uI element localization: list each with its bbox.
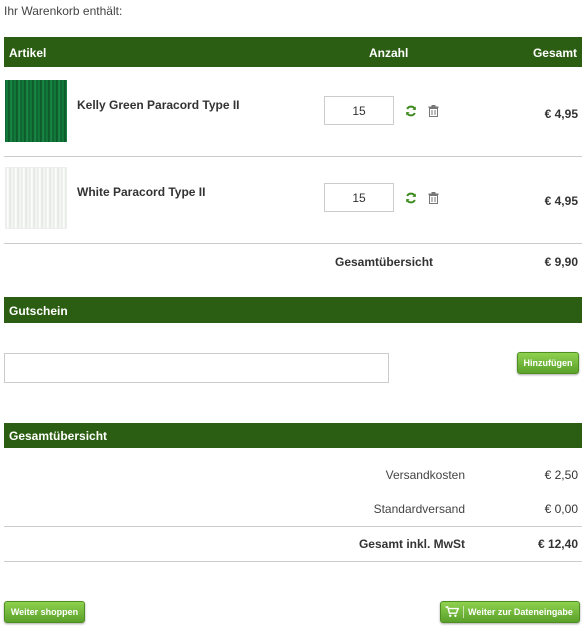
grand-total-label: Gesamt inkl. MwSt [358,537,465,551]
shipping-method-value: € 0,00 [544,502,578,516]
refresh-icon[interactable] [405,192,417,204]
summary-header-label: Gesamtübersicht [9,429,108,443]
add-coupon-button[interactable]: Hinzufügen [517,352,579,374]
quantity-input[interactable] [324,183,394,212]
col-qty-label: Anzahl [369,46,409,60]
subtotal-label: Gesamtübersicht [335,255,434,269]
shipping-cost-label: Versandkosten [385,468,465,482]
checkout-button[interactable]: Weiter zur Dateneingabe [440,601,580,623]
divider [4,156,582,157]
cart-icon [445,606,464,618]
product-thumbnail[interactable] [5,167,67,229]
line-total: € 4,95 [544,107,578,121]
trash-icon[interactable] [428,105,439,117]
product-name[interactable]: Kelly Green Paracord Type II [77,98,240,112]
product-name[interactable]: White Paracord Type II [77,185,205,199]
product-thumbnail[interactable] [5,80,67,142]
shipping-cost-value: € 2,50 [544,468,578,482]
grand-total-value: € 12,40 [537,537,578,551]
divider [4,243,582,244]
divider [4,561,582,562]
line-total: € 4,95 [544,194,578,208]
col-total-label: Gesamt [532,46,577,60]
continue-shopping-button[interactable]: Weiter shoppen [4,601,85,623]
shipping-method-label: Standardversand [373,502,465,516]
cart-table-header: Artikel Anzahl Gesamt [4,37,582,67]
refresh-icon[interactable] [405,105,417,117]
divider [4,526,582,527]
summary-header: Gesamtübersicht [4,423,582,448]
checkout-label: Weiter zur Dateneingabe [468,607,573,617]
coupon-header-label: Gutschein [9,304,68,318]
coupon-input[interactable] [4,353,389,383]
cart-intro: Ihr Warenkorb enthält: [4,4,123,18]
trash-icon[interactable] [428,192,439,204]
subtotal-value: € 9,90 [544,255,578,269]
quantity-input[interactable] [324,96,394,125]
coupon-header: Gutschein [4,297,582,323]
col-article-label: Artikel [9,46,47,60]
